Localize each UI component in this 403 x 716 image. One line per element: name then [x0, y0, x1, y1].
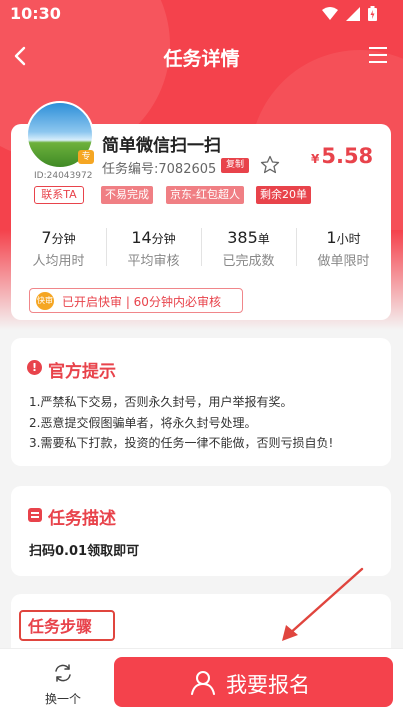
fast-review-banner: 快审 已开启快审 | 60分钟内必审核	[29, 288, 243, 313]
price-currency: ¥	[311, 152, 320, 166]
description-title: 任务描述	[48, 509, 116, 529]
fast-review-icon: 快审	[36, 292, 54, 310]
star-icon[interactable]	[260, 155, 280, 175]
stat-label: 已完成数	[222, 254, 275, 269]
stat-label: 平均审核	[127, 254, 180, 269]
nav-bar: 任务详情	[0, 36, 403, 76]
stat-label: 做单限时	[317, 254, 370, 269]
task-title: 简单微信扫一扫	[102, 136, 221, 156]
annotation-arrow-icon	[282, 567, 364, 641]
menu-icon[interactable]	[369, 47, 387, 63]
tag-platform: 京东-红包超人	[166, 186, 244, 204]
description-text: 扫码0.01领取即可	[29, 544, 140, 559]
wifi-icon	[322, 6, 338, 20]
status-icons	[322, 6, 377, 21]
task-stats: 7分钟 人均用时 14分钟 平均审核 385单 已完成数 1小时 做单限时	[11, 222, 391, 272]
status-bar: 10:30	[0, 0, 403, 28]
notice-line: 2.恶意提交假图骗单者，将永久封号处理。	[29, 416, 257, 430]
stat-value: 14分钟	[131, 228, 176, 247]
stat-avg-time: 7分钟 人均用时	[11, 222, 106, 272]
task-price: ¥5.58	[311, 144, 373, 168]
contact-button[interactable]: 联系TA	[34, 186, 84, 204]
notice-line: 3.需要私下打款，投资的任务一律不能做，否则亏损自负!	[29, 436, 334, 450]
tag-difficulty: 不易完成	[101, 186, 153, 204]
document-icon	[28, 508, 42, 522]
battery-icon	[368, 6, 377, 21]
stat-value: 385单	[227, 228, 270, 247]
stat-value: 7分钟	[41, 228, 76, 247]
steps-title: 任务步骤	[28, 617, 93, 636]
user-id: ID:24043972	[34, 171, 93, 181]
signup-label: 我要报名	[226, 673, 310, 697]
user-icon	[191, 671, 215, 695]
notice-line: 1.严禁私下交易，否则永久封号，用户举报有奖。	[29, 395, 293, 409]
signup-button[interactable]: 我要报名	[114, 657, 393, 707]
tag-remaining: 剩余20单	[256, 186, 311, 204]
notice-title: 官方提示	[48, 362, 116, 382]
warning-icon: !	[27, 360, 42, 375]
stat-time-limit: 1小时 做单限时	[296, 222, 391, 272]
price-value: 5.58	[321, 144, 374, 168]
stat-completed: 385单 已完成数	[201, 222, 296, 272]
fast-review-text: 已开启快审 | 60分钟内必审核	[62, 295, 221, 309]
copy-button[interactable]: 复制	[221, 158, 249, 173]
refresh-icon	[55, 664, 71, 682]
page-title: 任务详情	[163, 48, 240, 70]
stat-value: 1小时	[326, 228, 361, 247]
status-time: 10:30	[10, 4, 61, 23]
swap-label: 换一个	[44, 692, 81, 706]
signal-icon	[346, 6, 360, 21]
stat-label: 人均用时	[32, 254, 85, 269]
avatar-badge: 专	[78, 150, 94, 164]
stat-avg-review: 14分钟 平均审核	[106, 222, 201, 272]
task-number: 任务编号:7082605	[102, 162, 217, 177]
description-card	[11, 486, 391, 576]
swap-button[interactable]: 换一个	[30, 662, 96, 707]
